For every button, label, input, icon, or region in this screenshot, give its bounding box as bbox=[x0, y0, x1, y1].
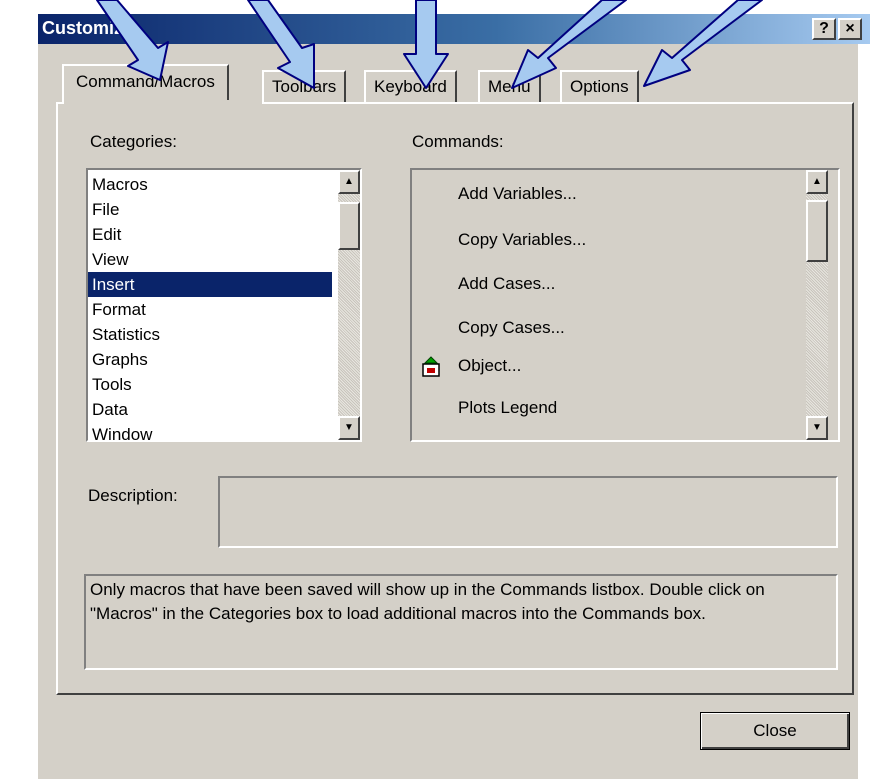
active-tab-join bbox=[64, 100, 262, 106]
tab-toolbars[interactable]: Toolbars bbox=[262, 70, 347, 104]
help-button[interactable]: ? bbox=[812, 18, 836, 40]
background-right bbox=[858, 44, 870, 779]
customize-dialog: Customize ? × Command/Macros Toolbars Ke… bbox=[0, 0, 870, 779]
tab-command-macros[interactable]: Command/Macros bbox=[62, 64, 229, 104]
window-title: Customize bbox=[42, 18, 134, 38]
background-top bbox=[0, 0, 870, 14]
tab-keyboard[interactable]: Keyboard bbox=[364, 70, 457, 104]
tab-options[interactable]: Options bbox=[560, 70, 639, 104]
background-left bbox=[0, 0, 38, 779]
tab-menu[interactable]: Menu bbox=[478, 70, 541, 104]
title-close-button[interactable]: × bbox=[838, 18, 862, 40]
close-button[interactable]: Close bbox=[700, 712, 850, 750]
tab-panel bbox=[56, 102, 854, 695]
title-bar[interactable]: Customize ? × bbox=[38, 14, 870, 44]
